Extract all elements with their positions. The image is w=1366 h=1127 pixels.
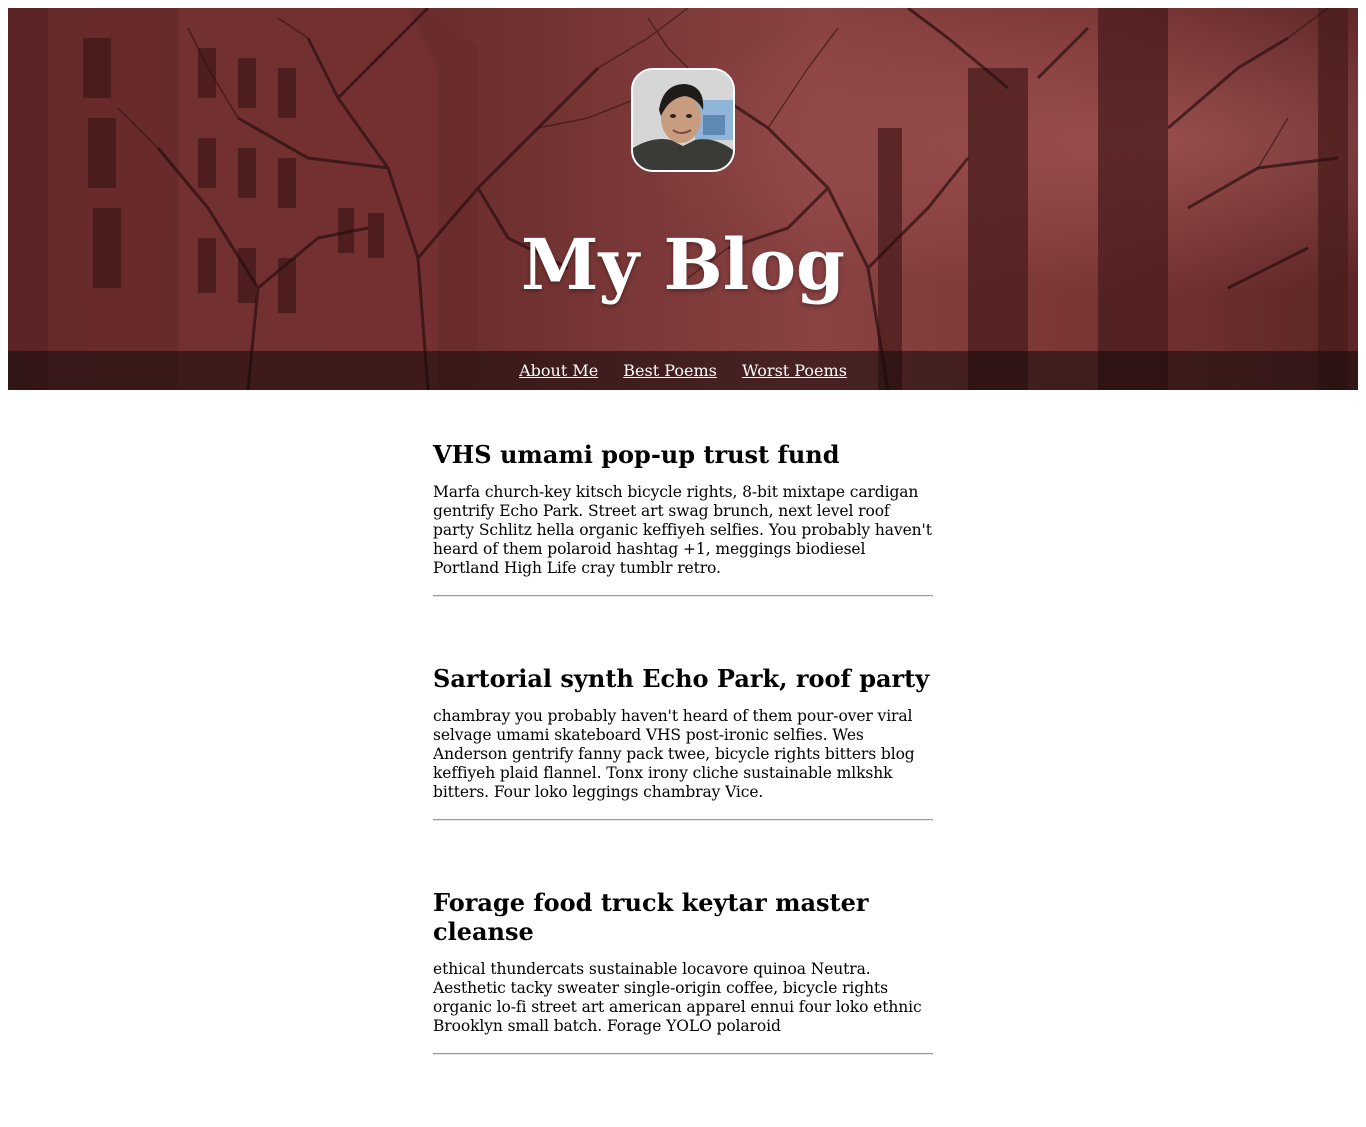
post-title[interactable]: Forage food truck keytar master cleanse (433, 888, 933, 946)
post: Sartorial synth Echo Park, roof party ch… (433, 664, 933, 821)
post-divider (433, 595, 933, 597)
profile-photo-icon (633, 70, 733, 170)
post-divider (433, 819, 933, 821)
page: My Blog About Me Best Poems Worst Poems … (0, 0, 1366, 1127)
nav-link-best-poems[interactable]: Best Poems (623, 361, 717, 380)
post-title[interactable]: Sartorial synth Echo Park, roof party (433, 664, 933, 693)
post: VHS umami pop-up trust fund Marfa church… (433, 440, 933, 597)
avatar[interactable] (631, 68, 735, 172)
post-list: VHS umami pop-up trust fund Marfa church… (433, 440, 933, 1055)
nav-link-worst-poems[interactable]: Worst Poems (742, 361, 847, 380)
post-excerpt: chambray you probably haven't heard of t… (433, 707, 915, 801)
post-divider (433, 1053, 933, 1055)
post-excerpt: ethical thundercats sustainable locavore… (433, 960, 922, 1035)
post: Forage food truck keytar master cleanse … (433, 888, 933, 1055)
hero-background-image (8, 8, 1358, 390)
nav-link-about-me[interactable]: About Me (519, 361, 598, 380)
hero-header: My Blog About Me Best Poems Worst Poems (8, 8, 1358, 390)
site-title: My Blog (521, 223, 845, 306)
post-excerpt: Marfa church-key kitsch bicycle rights, … (433, 483, 932, 577)
main-nav: About Me Best Poems Worst Poems (8, 351, 1358, 390)
post-title[interactable]: VHS umami pop-up trust fund (433, 440, 933, 469)
